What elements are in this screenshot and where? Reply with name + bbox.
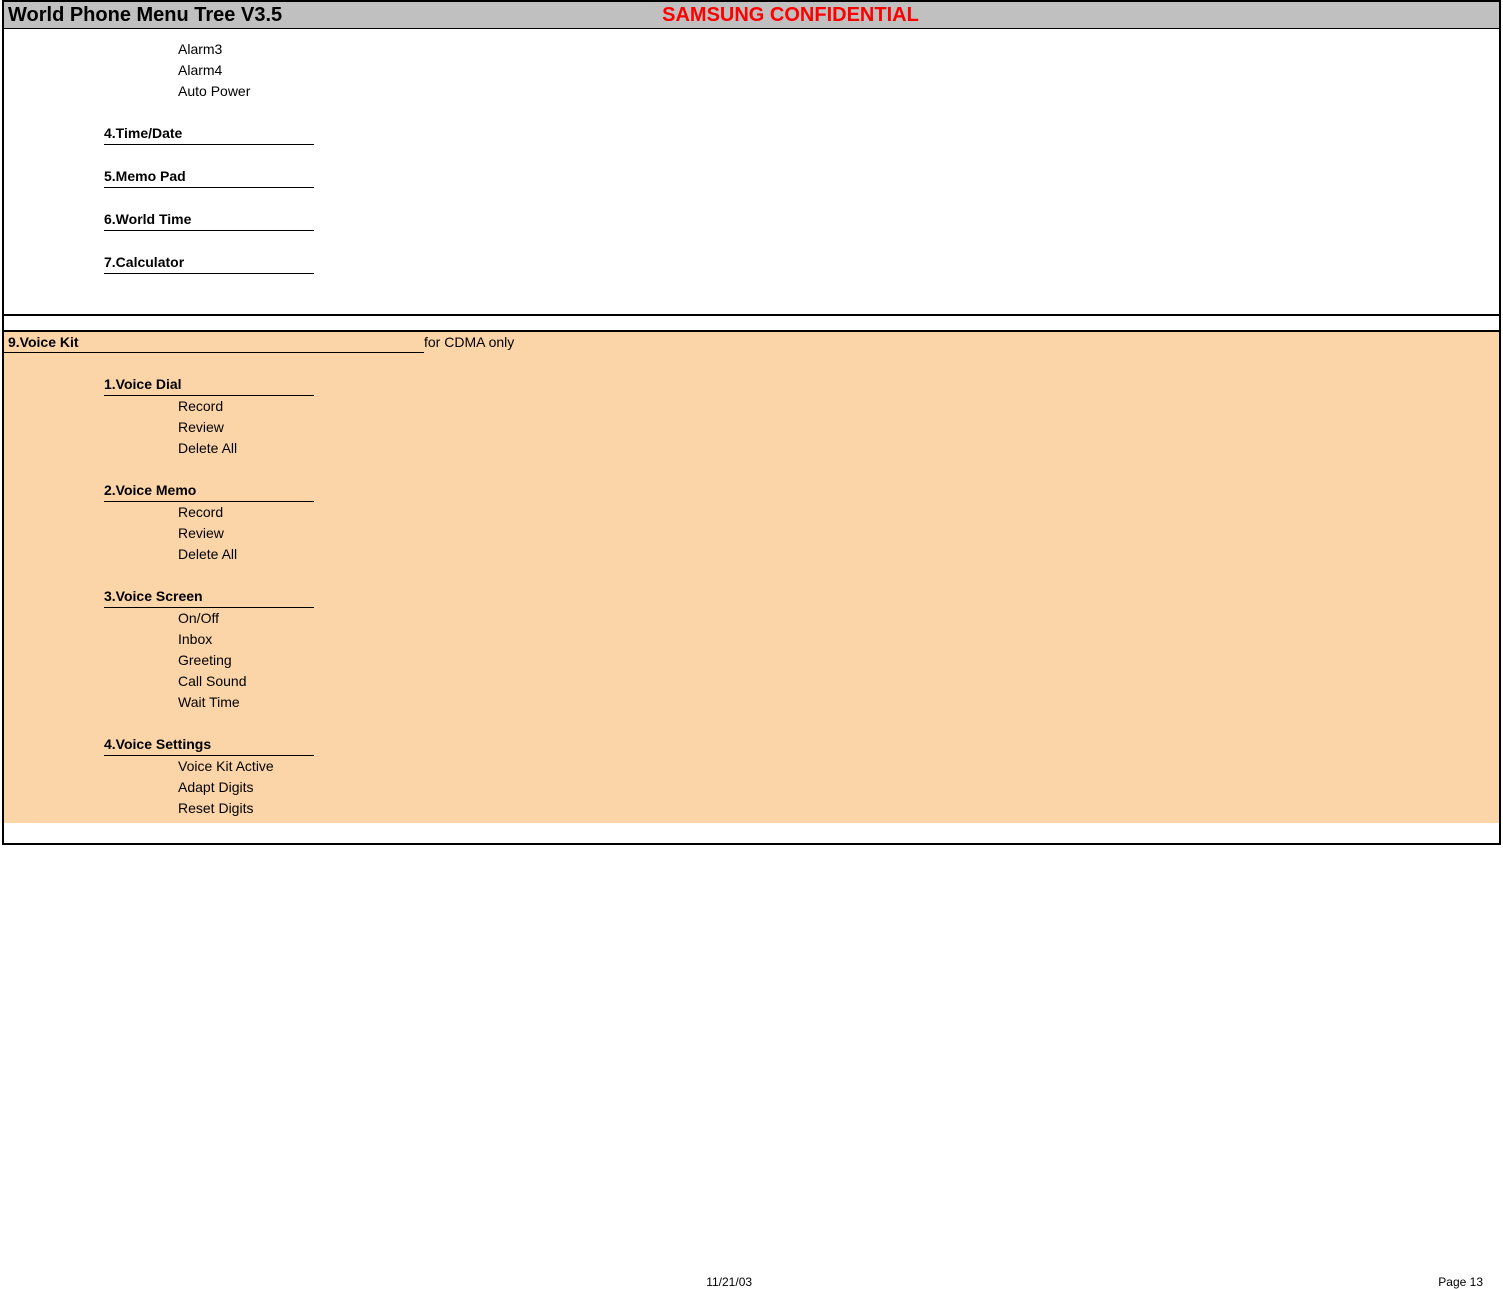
confidential-label: SAMSUNG CONFIDENTIAL	[662, 4, 919, 27]
menu-item: Wait Time	[4, 692, 1499, 713]
submenu-heading: 4.Time/Date	[104, 122, 314, 145]
page-footer: 11/21/03 Page 13	[0, 1275, 1503, 1289]
submenu-heading: 4.Voice Settings	[104, 733, 314, 756]
menu-heading: 9.Voice Kit	[4, 332, 424, 353]
menu-item: Record	[4, 396, 1499, 417]
voice-kit-section: 9.Voice Kit for CDMA only 1.Voice Dial R…	[4, 332, 1499, 823]
submenu-heading: 3.Voice Screen	[104, 585, 314, 608]
menu-item: On/Off	[4, 608, 1499, 629]
menu-item: Voice Kit Active	[4, 756, 1499, 777]
header-bar: World Phone Menu Tree V3.5 SAMSUNG CONFI…	[4, 2, 1499, 29]
footer-page: Page 13	[1438, 1275, 1483, 1289]
menu-item: Delete All	[4, 544, 1499, 565]
menu-note: for CDMA only	[424, 332, 514, 352]
submenu-heading: 1.Voice Dial	[104, 373, 314, 396]
footer-date: 11/21/03	[20, 1275, 1438, 1289]
menu-item: Alarm3	[4, 39, 1499, 60]
submenu-heading: 2.Voice Memo	[104, 479, 314, 502]
menu-item: Auto Power	[4, 81, 1499, 102]
menu-item: Delete All	[4, 438, 1499, 459]
document-frame: World Phone Menu Tree V3.5 SAMSUNG CONFI…	[2, 0, 1501, 845]
doc-title: World Phone Menu Tree V3.5	[8, 4, 282, 27]
menu-item: Call Sound	[4, 671, 1499, 692]
upper-section: Alarm3 Alarm4 Auto Power 4.Time/Date 5.M…	[4, 29, 1499, 314]
menu-item: Greeting	[4, 650, 1499, 671]
submenu-heading: 6.World Time	[104, 208, 314, 231]
menu-item: Adapt Digits	[4, 777, 1499, 798]
menu-item: Inbox	[4, 629, 1499, 650]
menu-item: Record	[4, 502, 1499, 523]
submenu-heading: 5.Memo Pad	[104, 165, 314, 188]
menu-item: Alarm4	[4, 60, 1499, 81]
submenu-heading: 7.Calculator	[104, 251, 314, 274]
menu-item: Review	[4, 417, 1499, 438]
menu-item: Reset Digits	[4, 798, 1499, 819]
menu-item: Review	[4, 523, 1499, 544]
